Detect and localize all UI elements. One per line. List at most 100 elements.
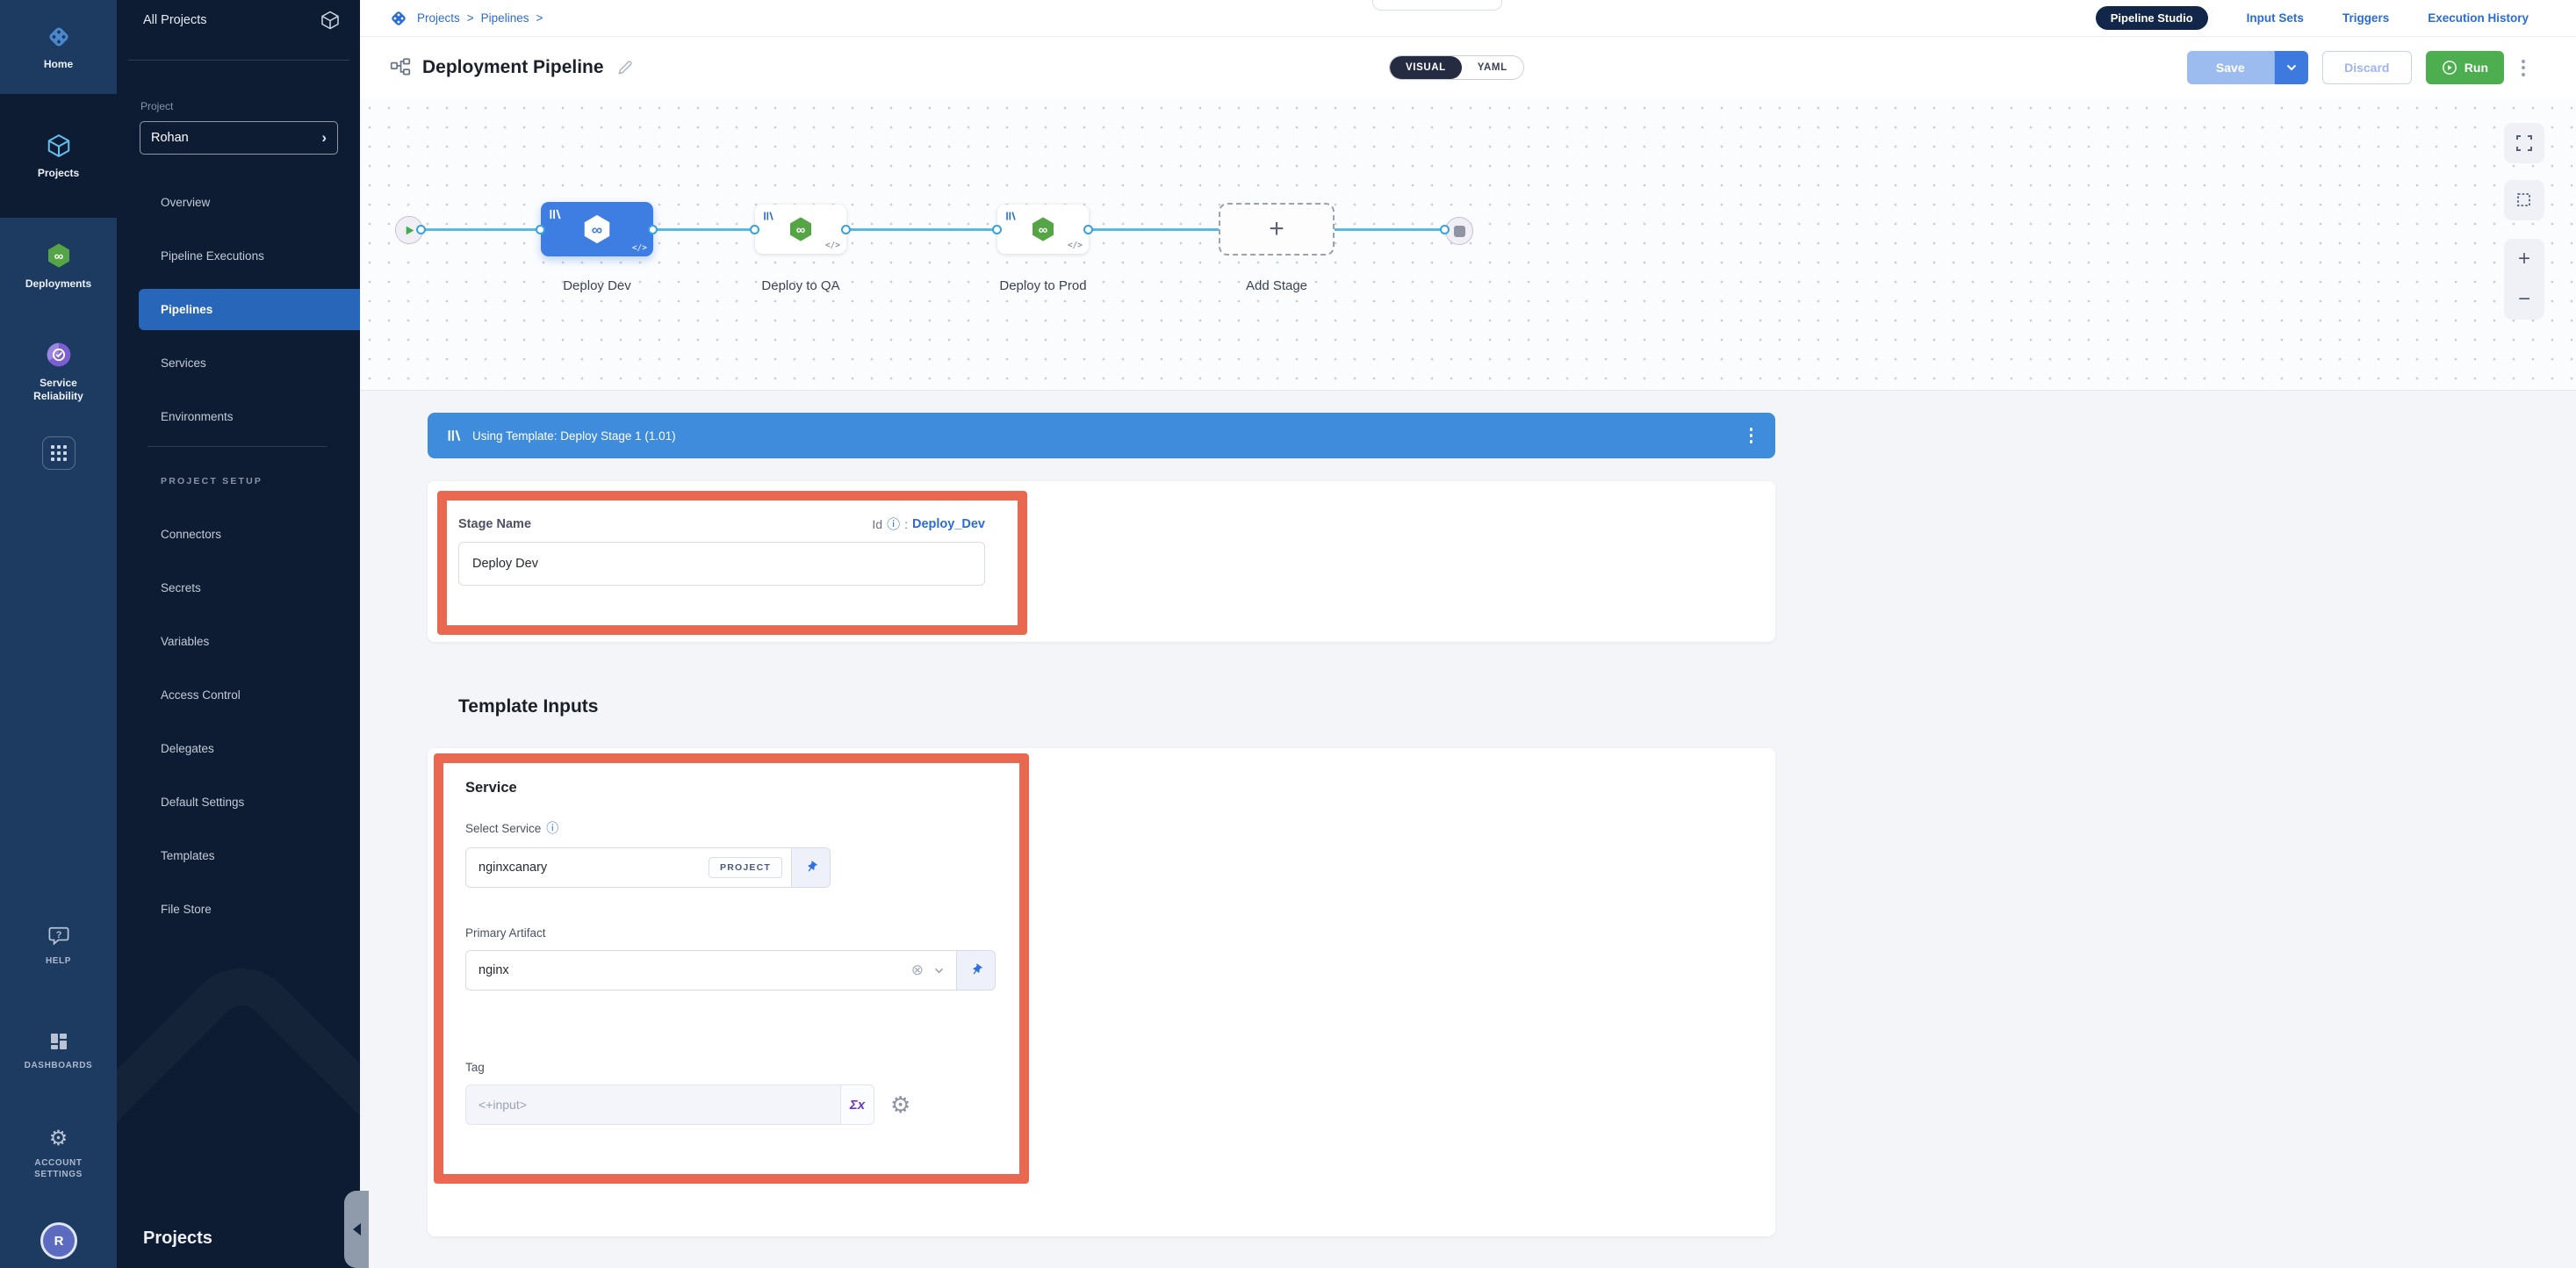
stage-node-deploy-to-prod[interactable]: ∞ </> — [997, 205, 1089, 254]
rail-label-dashboards: DASHBOARDS — [25, 1060, 93, 1071]
rail-item-deployments[interactable]: ∞ Deployments — [0, 218, 117, 313]
discard-button[interactable]: Discard — [2322, 51, 2412, 84]
rail-label-account-settings: ACCOUNT SETTINGS — [24, 1157, 94, 1180]
sidebar-item-overview[interactable]: Overview — [117, 176, 360, 229]
sidebar-item-pipelines[interactable]: Pipelines — [139, 289, 360, 330]
chevron-down-icon — [2286, 64, 2297, 71]
select-service-input[interactable] — [466, 848, 709, 887]
stop-icon — [1454, 226, 1465, 237]
info-icon[interactable]: ⓘ — [546, 819, 558, 837]
rail-item-service-reliability[interactable]: Service Reliability — [0, 313, 117, 430]
module-grid-button[interactable] — [42, 436, 76, 470]
tab-pipeline-studio[interactable]: Pipeline Studio — [2096, 6, 2208, 30]
svg-text:∞: ∞ — [796, 223, 805, 237]
tag-settings-gear-icon[interactable]: ⚙ — [890, 1093, 910, 1116]
account-settings-gear-icon: ⚙ — [49, 1128, 68, 1149]
edit-pencil-icon[interactable] — [616, 59, 634, 76]
pipeline-end-node[interactable] — [1445, 217, 1473, 245]
stage-id-value[interactable]: Deploy_Dev — [912, 517, 985, 531]
all-projects-cube-icon[interactable] — [320, 10, 341, 31]
code-icon: </> — [825, 241, 840, 250]
run-button[interactable]: Run — [2426, 51, 2504, 84]
stage-name-input[interactable] — [458, 542, 985, 586]
canvas-fullscreen-button[interactable] — [2504, 123, 2544, 163]
sidebar-item-variables[interactable]: Variables — [117, 615, 360, 668]
toggle-visual[interactable]: VISUAL — [1390, 56, 1462, 79]
save-button[interactable]: Save — [2187, 51, 2275, 84]
primary-artifact-group: ⊗ — [465, 950, 1775, 991]
sidebar-item-environments[interactable]: Environments — [117, 390, 360, 443]
sidebar-item-file-store[interactable]: File Store — [117, 883, 360, 936]
tab-execution-history[interactable]: Execution History — [2428, 11, 2529, 25]
tab-triggers[interactable]: Triggers — [2342, 11, 2389, 25]
projects-cube-icon — [46, 133, 72, 159]
sidebar-collapse-handle[interactable] — [344, 1191, 369, 1268]
save-dropdown-button[interactable] — [2275, 51, 2308, 84]
pipeline-canvas[interactable]: ∞ </> ∞ </> ∞ </> + — [360, 98, 2576, 391]
template-menu-button[interactable] — [1746, 424, 1757, 447]
chevron-down-icon[interactable] — [934, 968, 944, 974]
service-fixed-value-pin-button[interactable] — [792, 847, 831, 888]
project-selector-value: Rohan — [151, 131, 189, 145]
sidebar-item-secrets[interactable]: Secrets — [117, 561, 360, 615]
header-menu-button[interactable] — [2518, 56, 2529, 80]
artifact-fixed-value-pin-button[interactable] — [957, 950, 996, 991]
breadcrumb-bar: Projects > Pipelines > Pipeline Studio I… — [360, 0, 2576, 37]
zoom-out-button[interactable]: − — [2504, 279, 2544, 320]
expression-input-type-button[interactable]: Σx — [840, 1085, 874, 1124]
stage-node-deploy-to-qa[interactable]: ∞ </> — [755, 205, 846, 254]
breadcrumb-separator: > — [467, 11, 474, 25]
rail-item-help[interactable]: ? HELP — [0, 915, 117, 976]
project-scope-badge: PROJECT — [709, 857, 782, 878]
rail-label-service-reliability: Service Reliability — [15, 377, 103, 403]
stage-node-deploy-dev[interactable]: ∞ </> — [541, 202, 653, 256]
all-projects-label: All Projects — [143, 13, 207, 27]
stage-id-line: Id ⓘ : Deploy_Dev — [872, 515, 985, 533]
tag-group: Σx ⚙ — [465, 1084, 1775, 1125]
play-icon — [404, 225, 415, 236]
rail-item-home[interactable]: Home — [0, 0, 117, 94]
page-title: Deployment Pipeline — [422, 57, 604, 78]
rail-label-home: Home — [44, 58, 73, 71]
info-icon[interactable]: ⓘ — [887, 515, 900, 533]
breadcrumb-projects-link[interactable]: Projects — [417, 11, 460, 25]
tag-input[interactable] — [466, 1085, 840, 1124]
template-bars-icon — [447, 429, 462, 443]
add-stage-button[interactable]: + — [1219, 203, 1335, 256]
project-selector[interactable]: Rohan › — [140, 121, 338, 155]
breadcrumb: Projects > Pipelines > — [417, 11, 543, 25]
toggle-yaml[interactable]: YAML — [1462, 56, 1523, 79]
rail-item-account-settings[interactable]: ⚙ ACCOUNT SETTINGS — [0, 1113, 117, 1194]
sidebar-item-templates[interactable]: Templates — [117, 829, 360, 883]
connector-line — [416, 228, 544, 231]
sidebar-divider — [128, 60, 349, 61]
connector-line — [650, 228, 759, 231]
tab-input-sets[interactable]: Input Sets — [2247, 11, 2304, 25]
sidebar-item-access-control[interactable]: Access Control — [117, 668, 360, 722]
user-avatar[interactable]: R — [40, 1222, 77, 1259]
sidebar-item-default-settings[interactable]: Default Settings — [117, 775, 360, 829]
rail-label-projects: Projects — [38, 167, 79, 180]
tag-label: Tag — [465, 1061, 1775, 1074]
studio-tabs: Pipeline Studio Input Sets Triggers Exec… — [2096, 6, 2529, 30]
select-service-label: Select Service ⓘ — [465, 819, 1775, 837]
template-banner[interactable]: Using Template: Deploy Stage 1 (1.01) — [428, 413, 1775, 458]
rail-item-projects[interactable]: Projects — [0, 94, 117, 218]
rail-label-help: HELP — [46, 955, 71, 967]
primary-artifact-input[interactable] — [466, 951, 911, 990]
rail-item-dashboards[interactable]: DASHBOARDS — [0, 1017, 117, 1085]
connector-line — [843, 228, 1001, 231]
svg-text:∞: ∞ — [54, 249, 62, 263]
pipeline-icon — [389, 56, 412, 79]
zoom-in-button[interactable]: + — [2504, 239, 2544, 279]
connector-dot — [1083, 225, 1093, 234]
sidebar-item-connectors[interactable]: Connectors — [117, 508, 360, 561]
sidebar-item-pipeline-executions[interactable]: Pipeline Executions — [117, 229, 360, 283]
sidebar-item-delegates[interactable]: Delegates — [117, 722, 360, 775]
sidebar-item-services[interactable]: Services — [117, 336, 360, 390]
service-reliability-icon — [45, 341, 73, 369]
canvas-reset-view-button[interactable] — [2504, 180, 2544, 220]
header-actions: Save Discard Run — [2187, 51, 2529, 84]
breadcrumb-pipelines-link[interactable]: Pipelines — [481, 11, 529, 25]
clear-icon[interactable]: ⊗ — [911, 962, 924, 979]
